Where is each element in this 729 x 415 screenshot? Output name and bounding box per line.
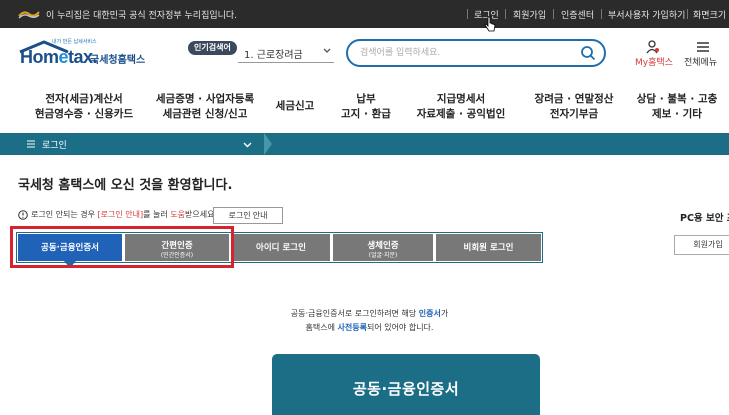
nav-incentive-yearend[interactable]: 장려금 · 연말정산 전자기부금 — [519, 92, 629, 122]
util-separator — [467, 9, 468, 19]
logo-slogan: 내가 만든 납세서비스 — [52, 39, 97, 45]
util-screen-size-link[interactable]: 화면크기 — [693, 8, 726, 21]
breadcrumb-current[interactable]: 로그인 — [42, 138, 67, 151]
page-title: 국세청 홈택스에 오신 것을 환영합니다. — [18, 178, 233, 193]
hometax-logo-korean[interactable]: 국세청홈택스 — [90, 51, 145, 66]
login-help-notice: 로그인 안되는 경우 [로그인 안내]를 눌러 도움받으세요. — [31, 210, 217, 219]
util-join-link[interactable]: 회원가입 — [513, 8, 546, 21]
info-icon — [18, 210, 28, 220]
breadcrumb-divider — [264, 133, 272, 155]
util-cert-center-link[interactable]: 인증센터 — [561, 8, 594, 21]
my-hometax-label[interactable]: My홈택스 — [635, 55, 673, 68]
nav-certificates-registration[interactable]: 세금증명 · 사업자등록 세금관련 신청/신고 — [154, 92, 256, 122]
government-emblem-icon — [18, 11, 40, 19]
util-dept-user-join-link[interactable]: 부서사용자 가입하기 — [608, 8, 685, 21]
chevron-down-icon[interactable] — [243, 140, 252, 149]
pc-security-notice: PC용 보안 프 — [680, 213, 729, 224]
joint-financial-cert-login-label[interactable]: 공동·금융인증서 — [272, 378, 540, 399]
tab-non-member-login[interactable]: 비회원 로그인 — [436, 234, 541, 261]
hamburger-menu-icon[interactable] — [696, 41, 710, 53]
cert-description-line1: 공동·금융인증서로 로그인하려면 해당 인증서가 — [290, 309, 449, 318]
user-profile-icon[interactable] — [646, 40, 660, 54]
util-separator — [601, 9, 602, 19]
popular-keyword-item[interactable]: 1. 근로장려금 — [244, 46, 303, 61]
list-icon — [27, 140, 35, 148]
join-button[interactable]: 회원가입 — [674, 235, 729, 255]
popular-keywords-badge: 인기검색어 — [188, 41, 237, 55]
util-separator — [553, 9, 554, 19]
all-menu-label[interactable]: 전체메뉴 — [684, 55, 717, 68]
nav-tax-filing[interactable]: 세금신고 — [270, 99, 320, 114]
login-guide-button[interactable]: 로그인 안내 — [213, 207, 283, 224]
chevron-down-icon[interactable] — [322, 46, 332, 56]
popular-keyword-underline — [238, 62, 334, 63]
annotation-highlight-box — [10, 226, 234, 268]
nav-payment-statement[interactable]: 지급명세서 자료제출 · 공익법인 — [405, 92, 517, 122]
tab-biometric-auth[interactable]: 생체인증 (얼굴·지문) — [333, 234, 433, 261]
hometax-logo[interactable]: Hometax. — [20, 47, 98, 68]
gov-notice-text: 이 누리집은 대한민국 공식 전자정부 누리집입니다. — [46, 11, 238, 21]
search-icon[interactable] — [580, 45, 596, 61]
mouse-cursor-icon — [484, 16, 496, 32]
tab-id-login[interactable]: 아이디 로그인 — [232, 234, 330, 261]
nav-payment-refund[interactable]: 납부 고지 · 환급 — [334, 92, 398, 122]
search-box[interactable] — [346, 39, 606, 67]
nav-e-invoice[interactable]: 전자(세금)계산서 현금영수증 · 신용카드 — [29, 92, 139, 122]
nav-consulting-other[interactable]: 상담 · 불복 · 고충 제보 · 기타 — [625, 92, 729, 122]
util-separator — [505, 9, 506, 19]
breadcrumb-bar — [0, 133, 729, 155]
cert-description-line2: 홈택스에 사전등록되어 있어야 합니다. — [305, 323, 434, 332]
util-separator — [687, 9, 688, 19]
search-input[interactable] — [360, 46, 570, 60]
